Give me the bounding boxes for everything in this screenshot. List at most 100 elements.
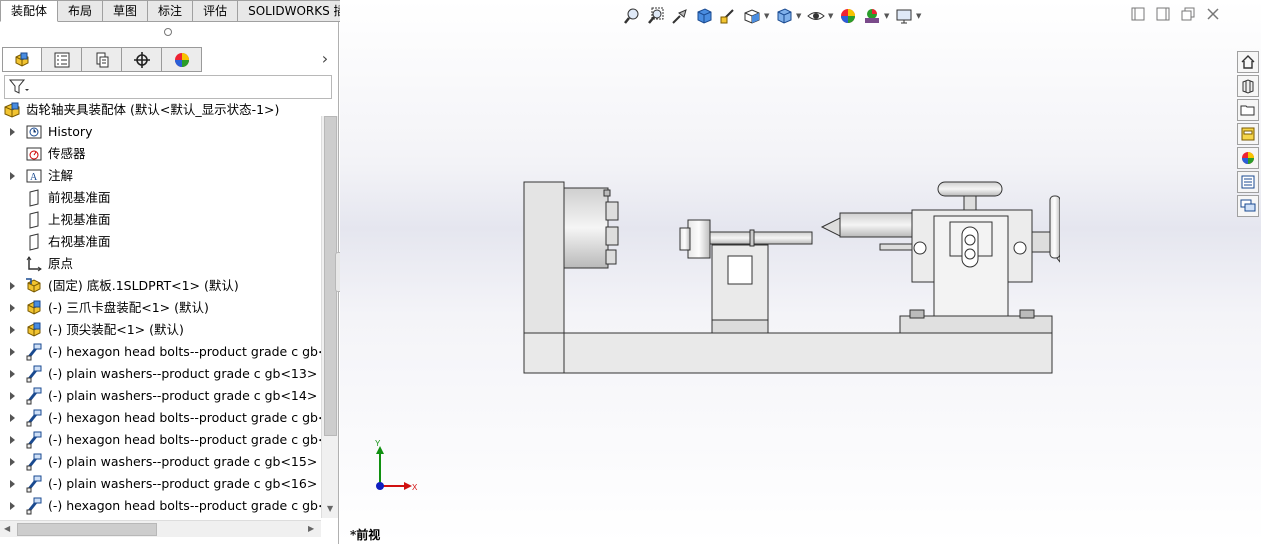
tree-item[interactable]: (-) hexagon head bolts--product grade c … <box>0 341 321 363</box>
tree-root[interactable]: 齿轮轴夹具装配体 (默认<默认_显示状态-1>) <box>0 99 321 121</box>
display-style-dropdown-icon[interactable]: ▼ <box>796 12 804 20</box>
scroll-right-icon[interactable]: ▶ <box>308 524 314 533</box>
coordinate-triad: Y X <box>375 440 418 492</box>
three-jaw-chuck[interactable] <box>563 187 609 269</box>
task-pane-design-library[interactable] <box>1237 75 1259 97</box>
dynamic-annotation-button[interactable] <box>716 5 740 27</box>
scroll-left-icon[interactable]: ◀ <box>4 524 10 533</box>
command-tab-4[interactable]: 评估 <box>193 0 239 22</box>
zoom-to-area-icon <box>648 7 664 24</box>
tree-vertical-scrollbar[interactable]: ▼ <box>321 116 338 518</box>
triad-x-label: X <box>412 483 418 492</box>
display-style-icon <box>777 8 792 24</box>
tree-item[interactable]: (-) 顶尖装配<1> (默认) <box>0 319 321 341</box>
hide-show-items-button[interactable] <box>804 5 828 27</box>
tree-item[interactable]: (-) plain washers--product grade c gb<16… <box>0 473 321 495</box>
graphics-area[interactable]: ▼ ▼ ▼ ▼ ▼ Y X *前视 <box>340 0 1261 544</box>
tailstock-center[interactable] <box>820 217 841 237</box>
base-plate[interactable] <box>523 332 1053 374</box>
hide-show-items-dropdown-icon[interactable]: ▼ <box>828 12 836 20</box>
apply-scene-button[interactable] <box>860 5 884 27</box>
expand-arrow-icon[interactable] <box>6 363 18 385</box>
expand-arrow-icon[interactable] <box>6 319 18 341</box>
tree-item[interactable]: (-) plain washers--product grade c gb<13… <box>0 363 321 385</box>
tree-item[interactable]: (固定) 底板.1SLDPRT<1> (默认) <box>0 275 321 297</box>
expand-arrow-icon[interactable] <box>6 451 18 473</box>
view-orientation-dropdown-icon[interactable]: ▼ <box>764 12 772 20</box>
expand-arrow-icon[interactable] <box>6 429 18 451</box>
view-orientation-button[interactable] <box>740 5 764 27</box>
dimxpert-tab[interactable] <box>122 47 162 72</box>
expand-arrow-icon[interactable] <box>6 407 18 429</box>
display-manager-icon <box>174 52 189 67</box>
configurationmanager-tab[interactable] <box>82 47 122 72</box>
tree-item[interactable]: 上视基准面 <box>0 209 321 231</box>
section-view-button[interactable] <box>692 5 716 27</box>
tree-item[interactable]: (-) 三爪卡盘装配<1> (默认) <box>0 297 321 319</box>
view-settings-dropdown-icon[interactable]: ▼ <box>916 12 924 20</box>
expand-arrow-icon[interactable] <box>6 275 18 297</box>
restore-left-button[interactable] <box>1130 6 1146 22</box>
tree-item[interactable]: 原点 <box>0 253 321 275</box>
edit-appearance-button[interactable] <box>836 5 860 27</box>
command-tab-3[interactable]: 标注 <box>148 0 194 22</box>
panel-tabs-more-icon[interactable]: › <box>318 49 332 69</box>
tree-item[interactable]: (-) plain washers--product grade c gb<14… <box>0 385 321 407</box>
display-manager-tab[interactable] <box>162 47 202 72</box>
restore-window-button[interactable] <box>1180 6 1196 22</box>
tree-horizontal-scrollbar[interactable]: ◀ ▶ <box>0 520 321 537</box>
view-name-label: *前视 <box>350 528 381 542</box>
toolbox-part-icon <box>24 474 44 494</box>
tree-item[interactable]: 右视基准面 <box>0 231 321 253</box>
zoom-to-fit-button[interactable] <box>620 5 644 27</box>
command-tab-0[interactable]: 装配体 <box>0 0 59 22</box>
tree-item[interactable]: History <box>0 121 321 143</box>
tree-item-label: (-) 顶尖装配<1> (默认) <box>48 322 184 337</box>
featuremanager-tab[interactable] <box>2 47 42 72</box>
previous-view-button[interactable] <box>668 5 692 27</box>
assembly-model[interactable] <box>520 172 1060 382</box>
expand-arrow-icon[interactable] <box>6 165 18 187</box>
tree-item[interactable]: (-) hexagon head bolts--product grade c … <box>0 407 321 429</box>
plane-icon <box>24 188 44 208</box>
tree-filter[interactable] <box>4 75 332 99</box>
close-window-button[interactable] <box>1205 6 1221 22</box>
task-pane-forum[interactable] <box>1237 195 1259 217</box>
expand-arrow-icon[interactable] <box>6 121 18 143</box>
command-tab-1[interactable]: 布局 <box>58 0 104 22</box>
tree-item-label: (-) hexagon head bolts--product grade c … <box>48 432 321 447</box>
expand-arrow-icon[interactable] <box>6 385 18 407</box>
propertymanager-tab[interactable] <box>42 47 82 72</box>
task-pane-home[interactable] <box>1237 51 1259 73</box>
zoom-to-area-button[interactable] <box>644 5 668 27</box>
task-pane-tabs <box>1237 51 1261 219</box>
tree-item[interactable]: 前视基准面 <box>0 187 321 209</box>
expand-arrow-icon[interactable] <box>6 495 18 517</box>
dimxpert-icon <box>133 51 150 68</box>
tree-item-label: 传感器 <box>48 146 86 161</box>
apply-scene-dropdown-icon[interactable]: ▼ <box>884 12 892 20</box>
tree-item[interactable]: 传感器 <box>0 143 321 165</box>
command-tab-2[interactable]: 草图 <box>103 0 149 22</box>
display-style-button[interactable] <box>772 5 796 27</box>
restore-right-button[interactable] <box>1155 6 1171 22</box>
panel-grip-icon[interactable] <box>164 28 172 36</box>
top-star-knob[interactable] <box>937 181 1003 197</box>
tree-item[interactable]: (-) hexagon head bolts--product grade c … <box>0 429 321 451</box>
task-pane-custom-properties[interactable] <box>1237 171 1259 193</box>
scroll-down-icon[interactable]: ▼ <box>327 504 333 513</box>
expand-arrow-icon[interactable] <box>6 297 18 319</box>
tree-item[interactable]: A 注解 <box>0 165 321 187</box>
task-pane-appearances[interactable] <box>1237 147 1259 169</box>
triad-y-label: Y <box>375 440 381 448</box>
tree-item[interactable]: (-) hexagon head bolts--product grade c … <box>0 495 321 517</box>
tree-item[interactable]: (-) plain washers--product grade c gb<15… <box>0 451 321 473</box>
expand-arrow-icon[interactable] <box>6 473 18 495</box>
panel-left-icon <box>1131 7 1145 21</box>
left-upright[interactable] <box>523 181 565 334</box>
expand-arrow-icon[interactable] <box>6 341 18 363</box>
task-pane-file-explorer[interactable] <box>1237 99 1259 121</box>
task-pane-view-palette[interactable] <box>1237 123 1259 145</box>
horizontal-scroll-thumb[interactable] <box>17 523 157 536</box>
view-settings-button[interactable] <box>892 5 916 27</box>
